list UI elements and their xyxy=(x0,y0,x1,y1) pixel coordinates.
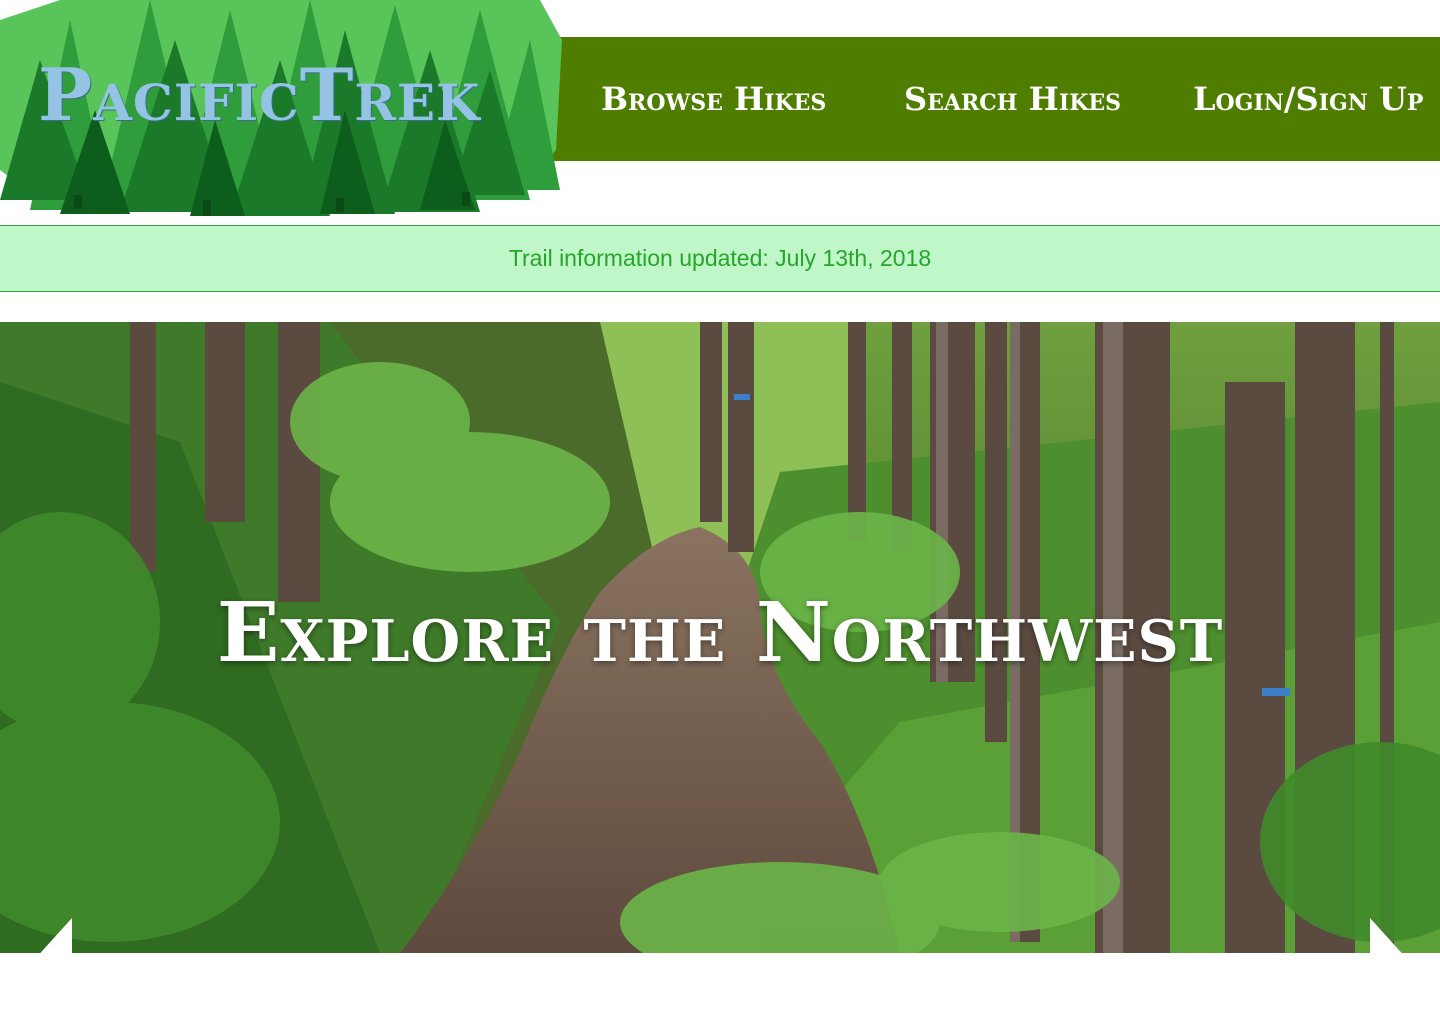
chevron-right-icon xyxy=(1370,918,1402,953)
logo-text: PacificTrek xyxy=(38,52,481,137)
update-notice-banner: Trail information updated: July 13th, 20… xyxy=(0,225,1440,292)
chevron-left-icon xyxy=(40,918,72,953)
hero-carousel xyxy=(0,322,1440,953)
carousel-next-button[interactable] xyxy=(1368,918,1408,953)
nav-login-signup[interactable]: Login/Sign Up xyxy=(1193,37,1423,161)
nav-browse-hikes[interactable]: Browse Hikes xyxy=(601,37,826,161)
update-notice-text: Trail information updated: July 13th, 20… xyxy=(508,245,932,271)
carousel-prev-button[interactable] xyxy=(34,918,74,953)
forest-trail-image xyxy=(0,322,1440,953)
site-logo[interactable]: PacificTrek xyxy=(0,0,562,218)
nav-search-hikes[interactable]: Search Hikes xyxy=(904,37,1121,161)
main-nav: Browse Hikes Search Hikes Login/Sign Up xyxy=(545,37,1440,161)
